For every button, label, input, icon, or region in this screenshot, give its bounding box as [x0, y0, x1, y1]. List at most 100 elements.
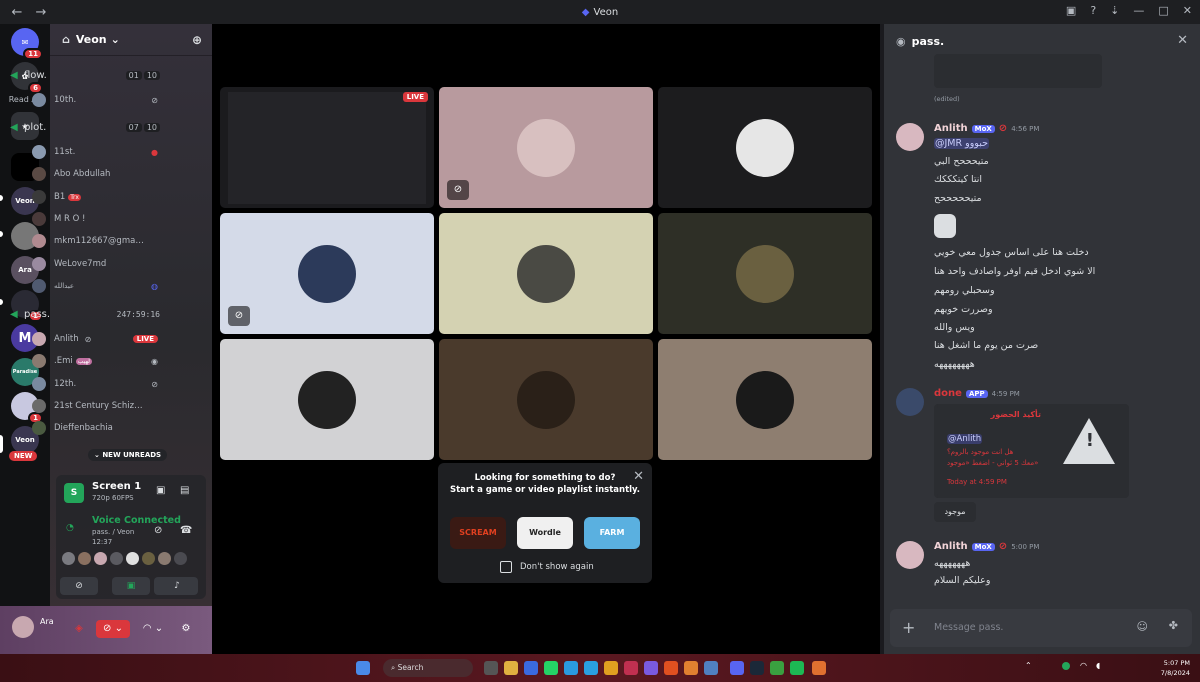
voice-status[interactable]: Voice Connected	[92, 515, 181, 526]
spotify-icon[interactable]	[790, 661, 804, 675]
participant-tile[interactable]	[220, 339, 434, 460]
update-icon[interactable]: ⇣	[1110, 4, 1119, 17]
volume-icon[interactable]: ◖	[1096, 661, 1100, 670]
taskbar-app-icon[interactable]	[624, 661, 638, 675]
participant-tile[interactable]: ⊘	[439, 87, 653, 208]
forward-arrow-icon[interactable]: →	[34, 5, 48, 20]
disconnect-icon[interactable]: ☎	[180, 525, 192, 536]
message-author[interactable]: done APP 4:59 PM	[934, 388, 1020, 399]
add-member-icon[interactable]: ⊕	[192, 33, 202, 47]
dont-show-again[interactable]: Don't show again	[500, 561, 594, 573]
participant-tile[interactable]	[658, 87, 872, 208]
gamepad-icon[interactable]: ◈	[68, 620, 90, 638]
brave-icon[interactable]	[664, 661, 678, 675]
avatar	[126, 552, 139, 565]
message-author[interactable]: Anlith MoX ⊘ 5:00 PM	[934, 541, 1039, 552]
participant-tile[interactable]	[439, 339, 653, 460]
voice-member[interactable]: 21st Century Schizoi...	[32, 398, 158, 414]
close-icon[interactable]: ✕	[1177, 33, 1188, 48]
participant-tile[interactable]	[658, 339, 872, 460]
voice-channel-plot[interactable]: ◀ plot. 07 10	[10, 122, 160, 133]
message-input[interactable]: Message pass.	[934, 622, 1003, 633]
voice-channel-pass[interactable]: ◀ pass. 247:59:16	[10, 309, 160, 320]
voice-member[interactable]: 12th. ⊘	[32, 376, 158, 392]
start-icon[interactable]	[356, 661, 370, 675]
participant-tile[interactable]	[439, 213, 653, 334]
checkbox[interactable]	[500, 561, 512, 573]
camera-off-button[interactable]: ⊘	[60, 577, 98, 595]
wifi-icon[interactable]: ◠	[1080, 661, 1087, 670]
taskbar-app-icon[interactable]	[524, 661, 538, 675]
plus-icon[interactable]: +	[902, 618, 915, 637]
inbox-icon[interactable]: ▣	[1066, 4, 1076, 17]
voice-member[interactable]: WeLove7md	[32, 256, 158, 272]
home-button[interactable]: ✉ 11	[11, 28, 43, 60]
folder-icon[interactable]	[504, 661, 518, 675]
taskbar-app-icon[interactable]	[644, 661, 658, 675]
participant-tile[interactable]	[658, 213, 872, 334]
game-card[interactable]: SCREAM	[450, 517, 506, 549]
user-name[interactable]: Ara	[40, 617, 54, 626]
voice-member[interactable]: 11st. ●	[32, 144, 158, 160]
apps-icon[interactable]: ✤	[1169, 619, 1178, 632]
taskbar-app-icon[interactable]	[704, 661, 718, 675]
message-author[interactable]: Anlith MoX ⊘ 4:56 PM	[934, 123, 1039, 134]
taskbar-app-icon[interactable]	[770, 661, 784, 675]
clock[interactable]: 5:07 PM 7/8/2024	[1161, 658, 1190, 678]
speaker-icon: ◀	[10, 122, 18, 133]
voice-member[interactable]: .Emi لهيب ◉	[32, 353, 158, 369]
message-time: 4:56 PM	[1011, 124, 1040, 133]
screenshare-tile[interactable]: LIVE	[220, 87, 434, 208]
voice-member[interactable]: B1 Trx	[32, 189, 158, 205]
gear-icon[interactable]: ⚙	[176, 620, 196, 638]
unread-pill	[0, 299, 3, 305]
participant-tile[interactable]: ⊘	[220, 213, 434, 334]
telegram-icon[interactable]	[584, 661, 598, 675]
voice-member[interactable]: M R O !	[32, 211, 158, 227]
taskbar-search[interactable]: ⌕ Search	[383, 659, 473, 677]
voice-member[interactable]: Dieffenbachia	[32, 420, 158, 436]
chrome-icon[interactable]	[604, 661, 618, 675]
discord-icon[interactable]	[730, 661, 744, 675]
game-card[interactable]: Wordle	[517, 517, 573, 549]
stop-stream-icon[interactable]: ▣	[156, 485, 165, 496]
server-header[interactable]: ⌂ Veon ⌄ ⊕	[50, 24, 212, 56]
maximize-button[interactable]: □	[1158, 4, 1168, 17]
present-button[interactable]: موجود	[934, 502, 976, 522]
back-arrow-icon[interactable]: ←	[10, 5, 24, 20]
voice-channel-flow[interactable]: ◀ flow. 01 10	[10, 70, 160, 81]
user-avatar[interactable]	[12, 616, 34, 638]
avatar[interactable]	[896, 123, 924, 151]
steam-icon[interactable]	[750, 661, 764, 675]
message-composer[interactable]: + Message pass. ☺ ✤	[890, 609, 1192, 647]
voice-member[interactable]: عبدالله ◍	[32, 278, 158, 294]
game-card[interactable]: FARM	[584, 517, 640, 549]
tray-app-icon[interactable]	[1062, 662, 1070, 670]
avatar	[174, 552, 187, 565]
minimize-button[interactable]: —	[1133, 4, 1144, 17]
tray-chevron-icon[interactable]: ⌃	[1025, 661, 1032, 670]
stream-settings-icon[interactable]: ▤	[180, 485, 189, 496]
avatar[interactable]	[896, 541, 924, 569]
voice-channel-path: pass. / Veon	[92, 528, 135, 536]
taskbar-app-icon[interactable]	[812, 661, 826, 675]
help-icon[interactable]: ?	[1090, 4, 1096, 17]
voice-member[interactable]: Abo Abdullah	[32, 166, 158, 182]
share-screen-button[interactable]: ▣	[112, 577, 150, 595]
taskbar-app-icon[interactable]	[484, 661, 498, 675]
whatsapp-icon[interactable]	[544, 661, 558, 675]
mute-mic-button[interactable]: ⊘ ⌄	[96, 620, 130, 638]
soundboard-button[interactable]: ♪	[156, 577, 198, 595]
voice-member[interactable]: 10th. ⊘	[32, 92, 158, 108]
new-unreads-pill[interactable]: ⌄ NEW UNREADS	[88, 449, 168, 461]
new-servers-tag[interactable]: NEW	[9, 451, 38, 461]
avatar[interactable]	[896, 388, 924, 416]
noise-suppression-icon[interactable]: ⊘	[154, 525, 162, 536]
emoji-icon[interactable]: ☺	[1137, 620, 1148, 633]
headphones-button[interactable]: ◠ ⌄	[136, 620, 170, 638]
taskbar-app-icon[interactable]	[684, 661, 698, 675]
voice-member[interactable]: mkm112667@gmail.c...	[32, 233, 158, 249]
close-window-button[interactable]: ✕	[1183, 4, 1192, 17]
edge-icon[interactable]	[564, 661, 578, 675]
voice-member[interactable]: Anlith ⊘ LIVE	[32, 331, 158, 347]
